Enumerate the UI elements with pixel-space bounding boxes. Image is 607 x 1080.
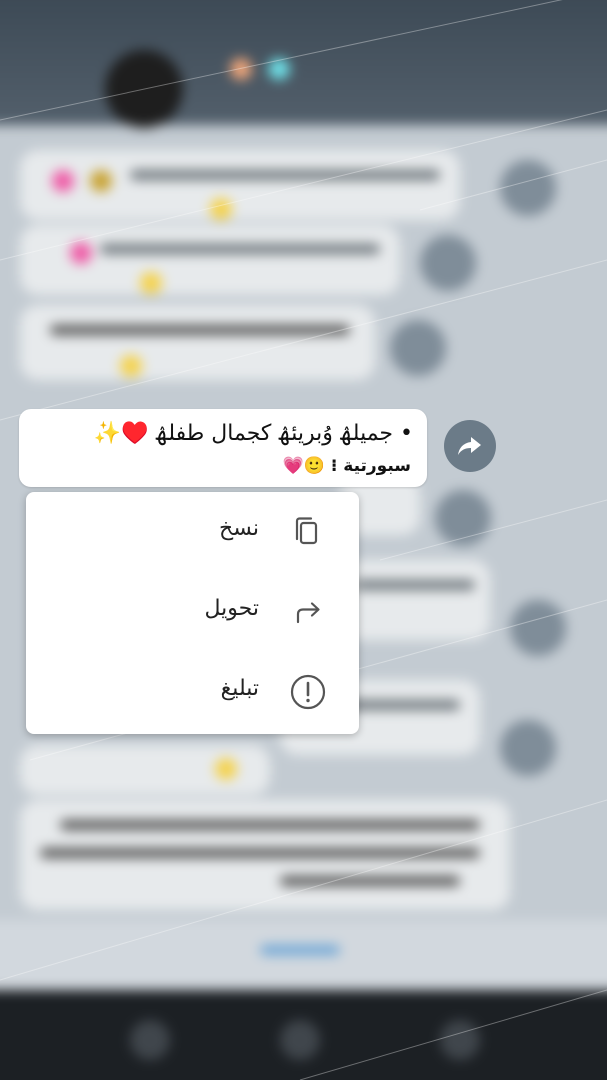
header-emoji-blurred [230,58,252,80]
message-text: • جميلۿ وُبريئۿ كجمال طفلۿ [155,421,413,446]
message-author-line: سبورتية ⁝ 🙂💗 [283,456,411,476]
blurred-message [20,305,375,380]
report-icon [290,674,326,710]
header-emoji-blurred [268,58,290,80]
message-emoji: ♥️✨ [93,421,149,446]
menu-item-label: نسخ [219,516,259,541]
menu-item-forward[interactable]: تحويل [26,572,359,652]
message-author: سبورتية [343,456,411,476]
copy-icon [295,517,318,545]
avatar-blurred [105,50,183,128]
share-arrow-icon [458,437,481,455]
forward-arrow-icon [296,602,320,624]
menu-item-copy[interactable]: نسخ [26,492,359,572]
share-button[interactable] [444,420,496,472]
author-emoji: 🙂💗 [282,456,325,476]
message-context-menu: نسخ تحويل تبليغ [26,492,359,734]
message-text-line: • جميلۿ وُبريئۿ كجمال طفلۿ ♥️✨ [94,421,413,446]
menu-item-report[interactable]: تبليغ [26,652,359,732]
input-area-blurred [0,920,607,990]
blurred-message [20,150,460,220]
menu-item-label: تبليغ [220,676,259,701]
author-separator-icon: ⁝ [330,456,338,476]
chat-header-blurred [0,0,607,145]
menu-item-label: تحويل [204,596,259,621]
selected-message-bubble[interactable]: • جميلۿ وُبريئۿ كجمال طفلۿ ♥️✨ سبورتية ⁝… [19,409,427,487]
